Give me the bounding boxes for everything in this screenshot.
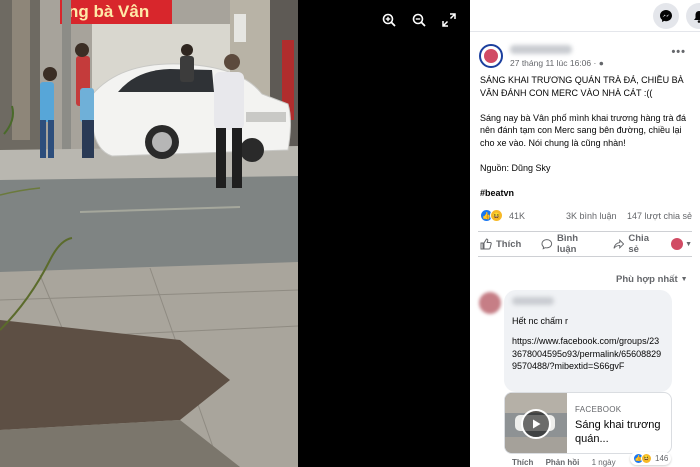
reaction-count: 41K [509, 210, 526, 221]
haha-reaction-icon: 😆 [490, 209, 503, 222]
caret-down-icon: ▼ [680, 276, 688, 283]
top-bar [470, 0, 700, 32]
comment-button-label: Bình luận [556, 233, 579, 255]
globe-icon: ● [598, 58, 604, 68]
post-source: Nguồn: Dũng Sky [480, 162, 551, 173]
photo-viewer: ng bà Vân 27 tháng 11 lúc 16:06 · ● ••• … [0, 0, 700, 467]
preview-source: FACEBOOK [575, 405, 622, 414]
post-text: Sáng nay bà Vân phố mình khai trương hàn… [480, 112, 687, 148]
like-button[interactable]: Thích [480, 238, 521, 250]
shop-sign-text: ng bà Vân [68, 2, 149, 21]
zoom-in-icon[interactable] [379, 10, 399, 30]
commenter-avatar[interactable] [479, 292, 501, 314]
post-photo[interactable]: ng bà Vân [0, 0, 298, 467]
comment-actions: Thích Phản hồi 1 ngày [512, 458, 626, 467]
sort-label: Phù hợp nhất [616, 274, 678, 285]
reaction-summary[interactable]: 👍 😆 41K [480, 209, 525, 222]
more-options-icon[interactable]: ••• [671, 46, 686, 58]
author-name-redacted[interactable] [510, 45, 572, 54]
post-stats: 👍 😆 41K 3K bình luận 147 lượt chia sẻ [470, 205, 700, 227]
comment-link[interactable]: https://www.facebook.com/groups/23367800… [512, 335, 664, 373]
profile-avatar-icon [671, 238, 684, 250]
comment-reaction-count: 146 [655, 454, 669, 463]
comment-icon [541, 239, 553, 250]
action-bar: Thích Bình luận Chia sẻ ▼ [478, 231, 692, 257]
comment-count[interactable]: 3K bình luận [566, 211, 617, 221]
comment-age[interactable]: 1 ngày [592, 458, 616, 467]
comment-sort-dropdown[interactable]: Phù hợp nhất ▼ [616, 274, 688, 285]
comment-reply-button[interactable]: Phản hồi [546, 458, 580, 467]
viewer-toolbar [379, 10, 459, 30]
share-button[interactable]: Chia sẻ [613, 233, 661, 255]
post-header: 27 tháng 11 lúc 16:06 · ● ••• [470, 32, 700, 68]
post-content: SÁNG KHAI TRƯƠNG QUÁN TRÀ ĐÁ, CHIỀU BÀ V… [470, 68, 700, 199]
post-as-selector[interactable]: ▼ [671, 238, 692, 250]
photo-backdrop [298, 0, 470, 467]
commenter-name-redacted[interactable] [512, 297, 554, 305]
share-count[interactable]: 147 lượt chia sẻ [627, 211, 692, 221]
zoom-out-icon[interactable] [409, 10, 429, 30]
play-icon[interactable] [521, 409, 551, 439]
share-icon [613, 238, 625, 250]
post-panel: 27 tháng 11 lúc 16:06 · ● ••• SÁNG KHAI … [470, 0, 700, 467]
like-button-label: Thích [496, 238, 522, 250]
post-hashtag[interactable]: #beatvn [480, 187, 690, 200]
engagement-counts: 3K bình luận 147 lượt chia sẻ [558, 211, 692, 221]
haha-reaction-icon: 😆 [641, 453, 652, 464]
post-timestamp[interactable]: 27 tháng 11 lúc 16:06 · ● [510, 58, 604, 68]
street-scene: ng bà Vân [0, 0, 298, 467]
preview-title: Sáng khai trương quán... [575, 419, 661, 445]
comment-text: Hết nc chấm r [512, 316, 569, 326]
page-avatar[interactable] [479, 44, 503, 68]
messenger-icon[interactable] [653, 3, 679, 29]
caret-down-icon: ▼ [685, 240, 692, 248]
post-title: SÁNG KHAI TRƯƠNG QUÁN TRÀ ĐÁ, CHIỀU BÀ V… [480, 75, 684, 98]
fullscreen-icon[interactable] [439, 10, 459, 30]
comment-bubble: Hết nc chấm r https://www.facebook.com/g… [504, 290, 672, 392]
share-button-label: Chia sẻ [628, 233, 649, 255]
comment-reactions[interactable]: 👍 😆 146 [630, 452, 672, 465]
link-preview-card[interactable]: FACEBOOK Sáng khai trương quán... [504, 392, 672, 454]
comment-like-button[interactable]: Thích [512, 458, 533, 467]
thumbs-up-icon [480, 238, 492, 250]
comment-button[interactable]: Bình luận [541, 233, 598, 255]
notifications-bell-icon[interactable] [686, 3, 700, 29]
